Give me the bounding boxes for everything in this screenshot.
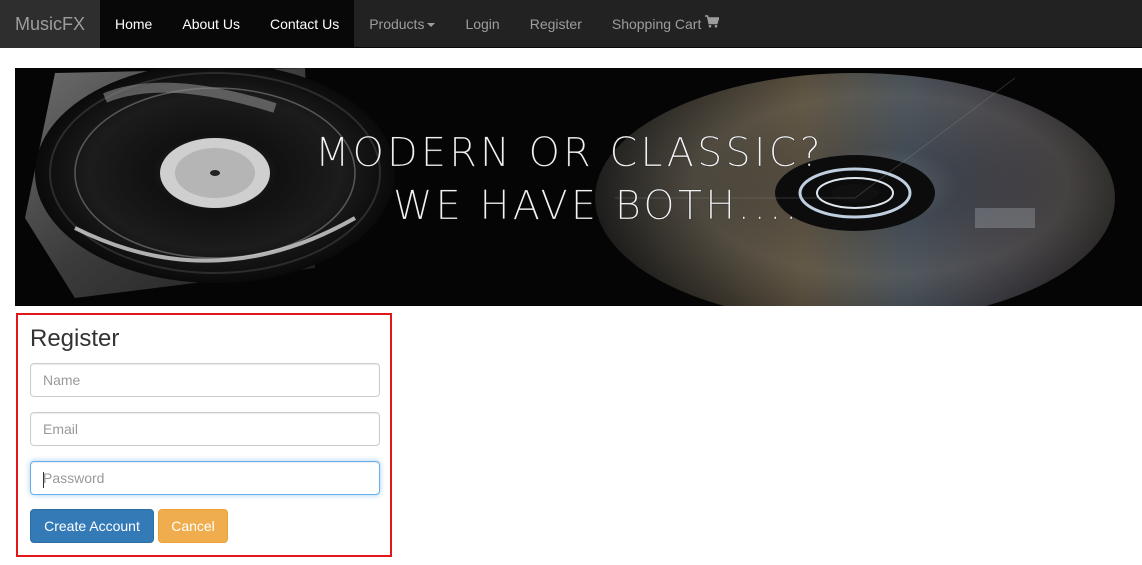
register-form-panel: Register Create Account Cancel bbox=[16, 313, 392, 557]
text-cursor bbox=[43, 472, 44, 488]
nav-about-us-label: About Us bbox=[182, 16, 240, 32]
nav-contact-us[interactable]: Contact Us bbox=[254, 0, 355, 48]
nav-register-label: Register bbox=[529, 16, 582, 32]
name-input[interactable] bbox=[30, 363, 380, 397]
cancel-button[interactable]: Cancel bbox=[158, 509, 228, 543]
nav-menu: Home About Us Contact Us Products Login … bbox=[100, 0, 734, 48]
nav-shopping-cart-label: Shopping Cart bbox=[611, 16, 702, 32]
nav-home-label: Home bbox=[115, 16, 153, 32]
nav-login[interactable]: Login bbox=[450, 0, 514, 48]
nav-register[interactable]: Register bbox=[515, 0, 597, 48]
email-input[interactable] bbox=[30, 412, 380, 446]
nav-shopping-cart[interactable]: Shopping Cart bbox=[597, 0, 735, 48]
nav-home[interactable]: Home bbox=[100, 0, 168, 48]
caret-down-icon bbox=[427, 23, 436, 27]
top-navbar: MusicFX Home About Us Contact Us Product… bbox=[0, 0, 1142, 48]
nav-products-label: Products bbox=[369, 16, 425, 32]
nav-contact-us-label: Contact Us bbox=[269, 16, 340, 32]
register-title: Register bbox=[30, 325, 120, 352]
banner-image bbox=[15, 68, 1142, 306]
hero-banner: MODERN OR CLASSIC? WE HAVE BOTH.... bbox=[15, 68, 1142, 306]
create-account-button[interactable]: Create Account bbox=[30, 509, 154, 543]
brand-link[interactable]: MusicFX bbox=[0, 0, 100, 48]
nav-login-label: Login bbox=[465, 16, 500, 32]
shopping-cart-icon bbox=[705, 0, 720, 46]
nav-products-dropdown[interactable]: Products bbox=[354, 0, 450, 48]
password-input[interactable] bbox=[30, 461, 380, 495]
nav-about-us[interactable]: About Us bbox=[167, 0, 255, 48]
